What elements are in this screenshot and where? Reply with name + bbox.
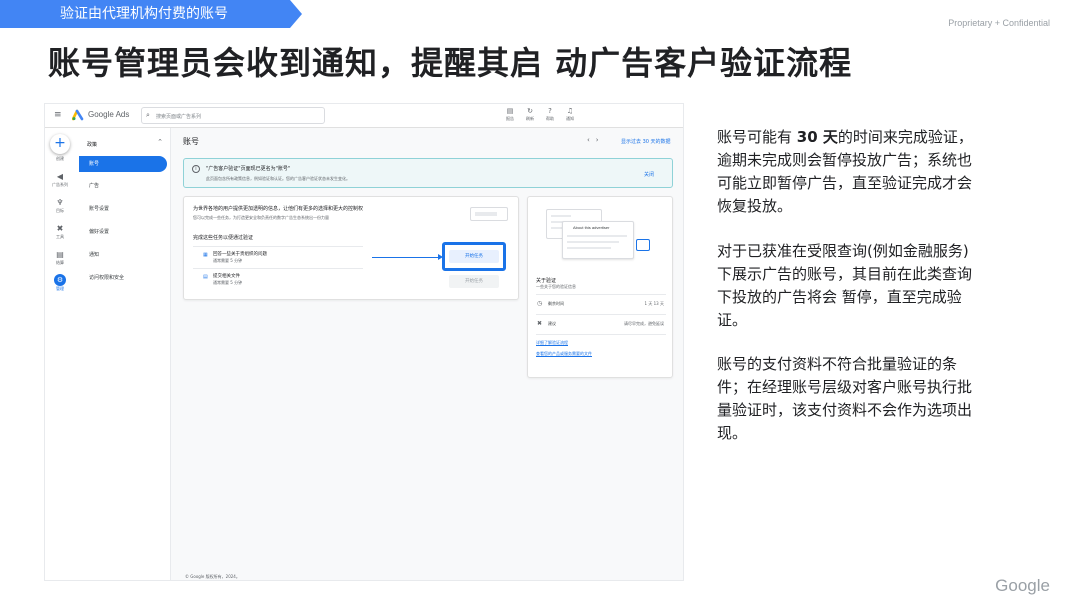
nav-item-access-security[interactable]: 访问权限和安全 [79,270,167,286]
main-content: 账号 ‹› 显示过去 30 天的数据 i "广告客户验证"页面现已更名为"账号"… [171,128,683,580]
nav-item-account[interactable]: 账号 [79,156,167,172]
side-subtext: 一些关于您的验证信息 [536,284,576,289]
search-input[interactable]: ⌕ 搜索页面或广告系列 [141,107,325,124]
left-rail: + 创建 ◀ 广告系列 ♆ 目标 ✖ 工具 ▤ 结算 ⚙ 管理 [45,128,75,580]
copyright: © Google 版权所有，2024。 [185,574,240,579]
rail-admin[interactable]: ⚙ 管理 [45,274,75,292]
clock-icon: ◷ [537,300,543,307]
campaigns-icon: ◀ [56,172,64,181]
paragraph-payment-profile: 账号的支付资料不符合批量验证的条件；在经理账号层级对客户账号执行批量验证时，该支… [717,355,973,442]
verification-tasks-card: 为世界各地的用户提供更加透明的信息，让他们有更多的选择和更大的控制权 您可以完成… [183,196,519,300]
report-button[interactable]: ▤ 报告 [503,106,517,122]
tasks-heading: 完成这些任务以便通过验证 [193,235,254,241]
notice-title: "广告客户验证"页面现已更名为"账号" [206,166,291,172]
menu-icon[interactable]: ≡ [54,110,62,120]
suggestion-row: ✖ 建议 请尽早完成，避免延误 [537,320,664,327]
slide-title: 账号管理员会收到通知，提醒其启 动广告客户验证流程 [48,44,853,82]
search-placeholder: 搜索页面或广告系列 [156,114,202,120]
page-title: 账号 [183,137,199,146]
bell-icon: ♫ [566,107,574,115]
rail-billing[interactable]: ▤ 结算 [45,250,75,266]
goals-icon: ♆ [56,198,64,207]
admin-gear-icon: ⚙ [54,274,66,286]
pager-arrows[interactable]: ‹› [587,136,605,144]
document-icon: ▤ [203,274,208,280]
rename-notice: i "广告客户验证"页面现已更名为"账号" 此页面包含所有政策信息，例如验证和认… [183,158,673,188]
rail-campaigns[interactable]: ◀ 广告系列 [45,172,75,188]
date-range-link[interactable]: 显示过去 30 天的数据 [621,138,671,145]
verified-badge-icon [636,239,650,251]
required-docs-link[interactable]: 查看您的产品或服务需要的文件 [536,351,592,357]
nav-item-preferences[interactable]: 偏好设置 [79,224,167,240]
advertiser-illustration: About this advertiser [538,205,664,273]
notifications-button[interactable]: ♫ 通知 [563,106,577,122]
tools-icon: ✖ [537,320,543,327]
confidential-label: Proprietary + Confidential [948,18,1050,28]
rail-tools[interactable]: ✖ 工具 [45,224,75,240]
info-icon: i [192,165,200,173]
chevron-up-icon: ⌃ [157,138,163,146]
google-ads-logo-icon [72,109,84,121]
disabled-task-button[interactable]: 开始任务 [449,275,499,288]
task-item[interactable]: ▦ 回答一些关于贵组织的问题 通常需要 5 分钟 [193,246,363,266]
start-task-button[interactable]: 开始任务 [449,250,499,263]
task-item[interactable]: ▤ 提交相关文件 通常需要 5 分钟 [193,268,363,288]
search-icon: ⌕ [146,111,150,119]
about-verification-card: About this advertiser 关于验证 一些关于您的验证信息 ◷ … [527,196,673,378]
highlight-box: 开始任务 [442,242,506,271]
billing-icon: ▤ [56,250,64,259]
card-subtext: 您可以完成一些任务，为打造更安全和负责任的数字广告生态系统出一份力量 [193,215,329,220]
notice-body: 此页面包含所有政策信息，例如验证和认证。您的广告客户验证状态未发生变化。 [206,176,350,181]
rail-goals[interactable]: ♆ 目标 [45,198,75,214]
nav-section-policy[interactable]: 政策 ⌃ [81,138,165,150]
callout-arrow [372,257,440,258]
nav-item-account-settings[interactable]: 账号设置 [79,201,167,217]
help-button[interactable]: ? 帮助 [543,106,557,122]
create-button[interactable]: + [50,134,70,154]
tools-icon: ✖ [56,224,64,233]
side-heading: 关于验证 [536,278,557,284]
google-logo: Google [995,576,1050,595]
paragraph-restricted-queries: 对于已获准在受限查询(例如金融服务)下展示广告的账号，其目前在此类查询下投放的广… [717,242,973,329]
paragraph-deadline: 账号可能有 30 天的时间来完成验证，逾期未完成则会暂停投放广告；系统也可能立即… [717,128,973,215]
notice-dismiss-button[interactable]: 关闭 [644,171,654,178]
top-actions: ▤ 报告 ↻ 刷新 ? 帮助 ♫ 通知 [503,106,577,122]
refresh-button[interactable]: ↻ 刷新 [523,106,537,122]
create-label: 创建 [56,156,64,161]
admin-nav: 政策 ⌃ 账号 广告 账号设置 偏好设置 通知 访问权限和安全 [75,128,171,580]
help-icon: ? [548,107,552,115]
section-tag: 验证由代理机构付费的账号 [0,0,302,28]
report-icon: ▤ [506,107,514,115]
refresh-icon: ↻ [527,107,533,115]
questions-icon: ▦ [203,252,208,258]
learn-more-link[interactable]: 详细了解验证流程 [536,340,568,346]
nav-item-ads[interactable]: 广告 [79,178,167,194]
time-remaining-row: ◷ 剩余时间 1 天 13 天 [537,300,664,307]
card-heading: 为世界各地的用户提供更加透明的信息，让他们有更多的选择和更大的控制权 [193,206,364,212]
nav-item-notifications[interactable]: 通知 [79,247,167,263]
card-illustration [470,207,508,221]
illustration-title: About this advertiser [573,225,610,230]
top-bar: ≡ Google Ads ⌕ 搜索页面或广告系列 ▤ 报告 ↻ 刷新 ? 帮助 [45,104,683,128]
brand-name: Google Ads [88,110,130,119]
google-ads-screenshot: ≡ Google Ads ⌕ 搜索页面或广告系列 ▤ 报告 ↻ 刷新 ? 帮助 [44,103,684,581]
